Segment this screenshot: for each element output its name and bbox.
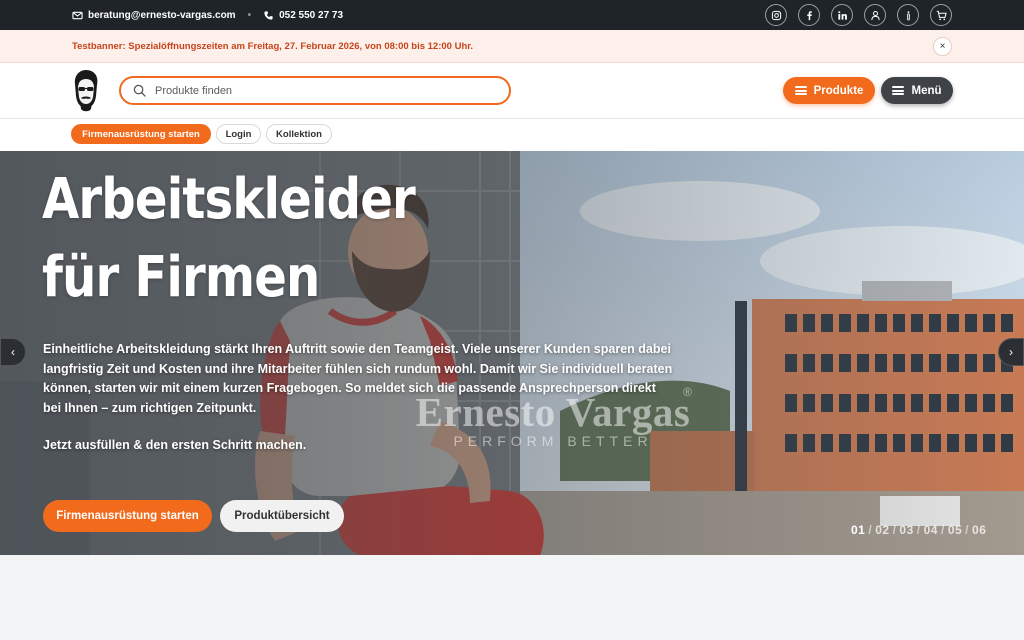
banner-text: Testbanner: Spezialöffnungszeiten am Fre…: [72, 41, 474, 52]
phone-link[interactable]: 052 550 27 73: [279, 10, 343, 21]
registered-mark: ®: [683, 385, 692, 399]
hero-title-line1: Arbeitskleider: [42, 167, 416, 232]
search-bar[interactable]: [119, 76, 511, 105]
brand-logo[interactable]: [70, 68, 102, 114]
slide-indicator-05[interactable]: 05: [948, 523, 962, 537]
email-link[interactable]: beratung@ernesto-vargas.com: [88, 10, 236, 21]
hero-cta-line: Jetzt ausfüllen & den ersten Schritt mac…: [43, 438, 307, 452]
slide-indicator-02[interactable]: 02: [875, 523, 889, 537]
produkte-button[interactable]: Produkte: [783, 77, 875, 104]
chevron-right-icon: ›: [1009, 345, 1013, 359]
menu-button[interactable]: Menü: [881, 77, 953, 104]
separator-dot: •: [247, 9, 252, 21]
firmenausruestung-starten-button[interactable]: Firmenausrüstung starten: [43, 500, 212, 532]
sub-navigation: Firmenausrüstung starten Login Kollektio…: [0, 119, 1024, 151]
hero-title: Arbeitskleider für Firmen: [42, 161, 416, 317]
announcement-banner: Testbanner: Spezialöffnungszeiten am Fre…: [0, 30, 1024, 63]
hero-lead-text: Einheitliche Arbeitskleidung stärkt Ihre…: [43, 342, 673, 415]
linkedin-icon[interactable]: [831, 4, 853, 26]
top-bar: beratung@ernesto-vargas.com • 052 550 27…: [0, 0, 1024, 30]
produkte-label: Produkte: [813, 84, 864, 97]
instagram-icon[interactable]: [765, 4, 787, 26]
info-icon[interactable]: [897, 4, 919, 26]
hero-title-line2: für Firmen: [42, 245, 320, 310]
login-pill[interactable]: Login: [216, 124, 261, 144]
main-header: Produkte Menü: [0, 63, 1024, 119]
slide-pagination: 01/02/03/04/05/06: [851, 523, 987, 537]
user-icon[interactable]: [864, 4, 886, 26]
brand-tagline: PERFORM BETTER: [453, 433, 653, 449]
slide-indicator-01[interactable]: 01: [851, 523, 865, 537]
banner-close-button[interactable]: ×: [933, 37, 952, 56]
facebook-icon[interactable]: [798, 4, 820, 26]
content-area: [0, 555, 1024, 640]
search-icon: [133, 84, 146, 97]
search-input[interactable]: [155, 84, 485, 97]
top-icons: [765, 4, 952, 26]
hamburger-icon: [794, 86, 807, 95]
kollektion-pill[interactable]: Kollektion: [266, 124, 332, 144]
slide-indicator-03[interactable]: 03: [899, 523, 913, 537]
chevron-left-icon: ‹: [11, 345, 15, 359]
hero-slider: Arbeitskleider für Firmen Ernesto Vargas…: [0, 151, 1024, 555]
firmenausruestung-pill[interactable]: Firmenausrüstung starten: [71, 124, 211, 144]
cart-icon[interactable]: [930, 4, 952, 26]
produktuebersicht-button[interactable]: Produktübersicht: [220, 500, 344, 532]
slider-next-button[interactable]: ›: [998, 338, 1024, 366]
menu-label: Menü: [911, 84, 942, 97]
slide-indicator-04[interactable]: 04: [924, 523, 938, 537]
slide-indicator-06[interactable]: 06: [972, 523, 986, 537]
contact-info: beratung@ernesto-vargas.com • 052 550 27…: [72, 0, 343, 30]
phone-icon: [264, 10, 273, 20]
mail-icon: [72, 11, 83, 19]
hamburger-icon: [892, 86, 905, 95]
